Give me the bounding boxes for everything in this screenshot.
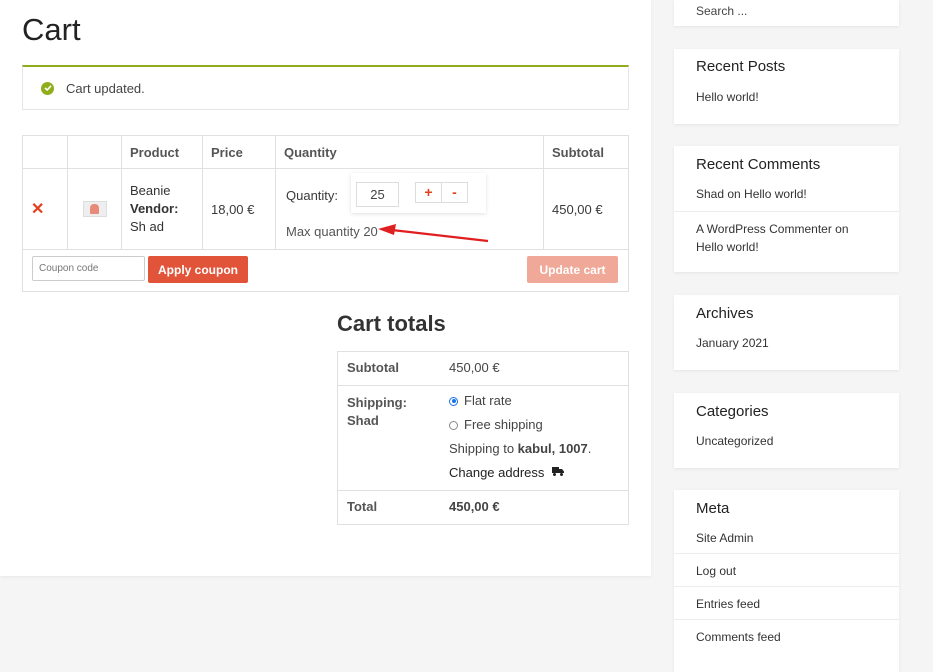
comment-author: Shad <box>696 187 725 201</box>
recent-comments-widget: Recent Comments Shad on Hello world! A W… <box>674 146 899 272</box>
cart-updated-notice: Cart updated. <box>22 65 629 110</box>
recent-comments-title: Recent Comments <box>696 156 821 173</box>
subtotal-cell: 450,00 € <box>543 168 629 250</box>
shipping-option-free[interactable]: Free shipping <box>449 418 619 432</box>
shipping-options: Flat rate Free shipping Shipping to kabu… <box>439 386 628 490</box>
apply-coupon-button[interactable]: Apply coupon <box>148 256 248 283</box>
beanie-image-icon <box>82 201 107 217</box>
change-address-label: Change address <box>449 465 545 480</box>
comment-author-link[interactable]: A WordPress Commenter <box>696 222 832 236</box>
comment-on: on <box>724 187 745 201</box>
quantity-label: Quantity: <box>286 188 339 203</box>
truck-icon <box>552 467 565 476</box>
meta-link-comments-feed[interactable]: Comments feed <box>674 620 899 652</box>
vendor-label: Vendor: <box>130 201 179 216</box>
check-circle-icon <box>41 81 54 95</box>
shipping-destination: Shipping to kabul, 1007. <box>449 442 619 456</box>
totals-shipping-row: Shipping: Shad Flat rate Free shipping S… <box>338 386 628 491</box>
comment-post-link[interactable]: Hello world! <box>744 187 807 201</box>
shipping-to-prefix: Shipping to <box>449 441 518 456</box>
table-row: ✕ Beanie Vendor: Sh ad 18,00 € Quantity:… <box>22 168 629 250</box>
product-thumbnail[interactable] <box>67 168 122 250</box>
radio-unselected-icon[interactable] <box>449 420 458 430</box>
meta-widget: Meta Site Admin Log out Entries feed Com… <box>674 490 899 672</box>
header-quantity: Quantity <box>275 135 544 169</box>
header-thumbnail <box>67 135 122 169</box>
header-price: Price <box>202 135 276 169</box>
max-quantity-text: Max quantity 20 <box>286 224 378 239</box>
quantity-input[interactable]: 25 <box>356 182 399 207</box>
comment-post-link[interactable]: Hello world! <box>696 240 759 254</box>
category-link[interactable]: Uncategorized <box>674 420 899 460</box>
notice-text: Cart updated. <box>66 80 145 96</box>
total-label: Total <box>347 499 378 514</box>
shipping-to-suffix: . <box>587 441 592 456</box>
cart-totals-table: Subtotal 450,00 € Shipping: Shad Flat ra… <box>337 351 629 525</box>
update-cart-button[interactable]: Update cart <box>527 256 618 283</box>
list-item: A WordPress Commenter on Hello world! <box>674 212 899 266</box>
subtotal-label: Subtotal <box>347 360 399 375</box>
product-cell: Beanie Vendor: Sh ad <box>121 168 203 250</box>
categories-title: Categories <box>696 403 769 420</box>
archives-title: Archives <box>696 305 754 322</box>
header-remove <box>22 135 68 169</box>
quantity-plus-button[interactable]: + <box>415 182 442 203</box>
categories-widget: Categories Uncategorized <box>674 393 899 468</box>
remove-item-icon[interactable]: ✕ <box>22 168 68 250</box>
meta-link-entries-feed[interactable]: Entries feed <box>674 587 899 620</box>
recent-post-link[interactable]: Hello world! <box>674 75 899 116</box>
search-input[interactable]: Search ... <box>674 0 899 22</box>
header-subtotal: Subtotal <box>543 135 629 169</box>
subtotal-value: 450,00 € <box>449 360 500 375</box>
coupon-code-input[interactable]: Coupon code <box>32 256 145 281</box>
header-product: Product <box>121 135 203 169</box>
comment-on: on <box>831 222 849 236</box>
meta-link-log-out[interactable]: Log out <box>674 554 899 587</box>
totals-subtotal-row: Subtotal 450,00 € <box>338 352 628 386</box>
archives-widget: Archives January 2021 <box>674 295 899 370</box>
shipping-place: kabul, 1007 <box>517 441 588 456</box>
meta-link-site-admin[interactable]: Site Admin <box>674 517 899 554</box>
quantity-stepper: 25 + - <box>351 173 486 213</box>
vendor-value: Sh ad <box>130 219 164 234</box>
quantity-minus-button[interactable]: - <box>441 182 468 203</box>
search-widget: Search ... <box>674 0 899 26</box>
page-title: Cart <box>22 12 81 47</box>
cart-table-header: Product Price Quantity Subtotal <box>22 135 629 169</box>
total-value: 450,00 € <box>449 499 500 514</box>
recent-posts-title: Recent Posts <box>696 58 786 75</box>
shipping-option-flat-rate[interactable]: Flat rate <box>449 394 619 408</box>
cart-totals-title: Cart totals <box>337 311 446 336</box>
list-item: Shad on Hello world! <box>674 173 899 212</box>
change-address-link[interactable]: Change address <box>449 466 619 480</box>
product-name-link[interactable]: Beanie <box>130 183 170 198</box>
flat-rate-label: Flat rate <box>464 393 512 408</box>
free-shipping-label: Free shipping <box>464 417 543 432</box>
main-content: Cart Cart updated. Product Price Quantit… <box>0 0 651 576</box>
recent-posts-widget: Recent Posts Hello world! <box>674 49 899 124</box>
radio-selected-icon[interactable] <box>449 396 458 406</box>
annotation-arrow-icon <box>378 224 489 243</box>
price-cell: 18,00 € <box>202 168 276 250</box>
shipping-label: Shipping: Shad <box>347 395 407 428</box>
totals-total-row: Total 450,00 € <box>338 491 628 524</box>
meta-title: Meta <box>696 500 730 517</box>
archive-link[interactable]: January 2021 <box>674 322 899 362</box>
